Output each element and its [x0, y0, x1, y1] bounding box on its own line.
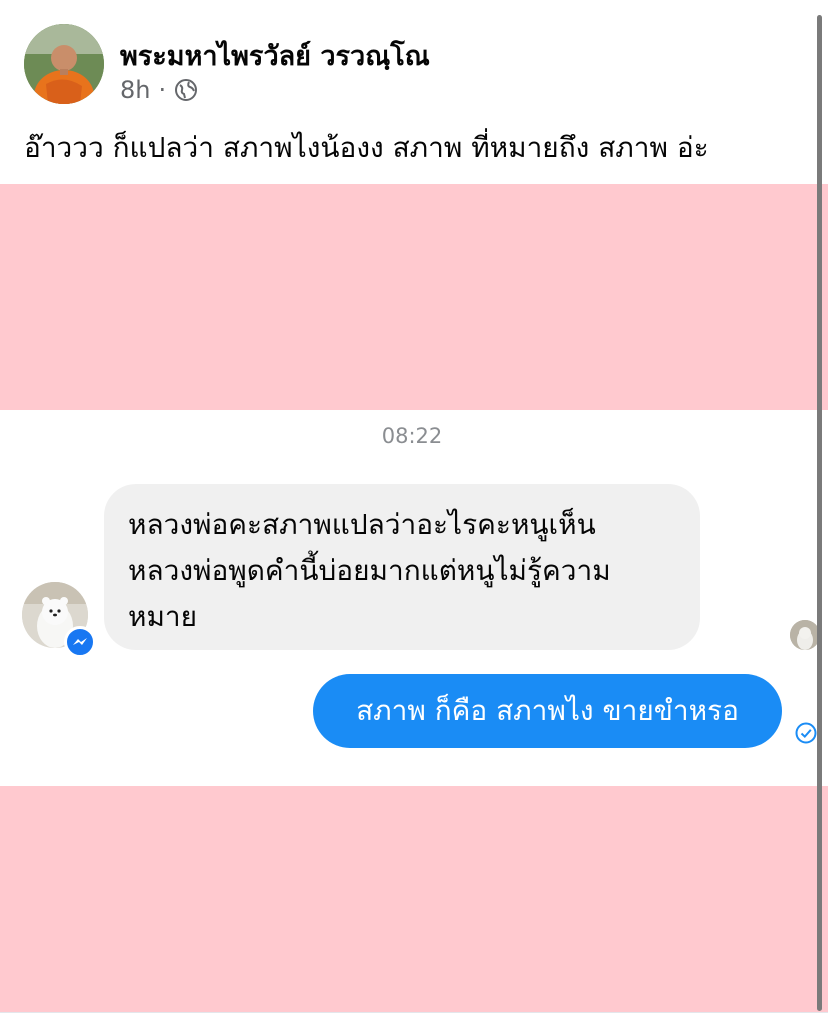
- meta-separator: ·: [158, 76, 167, 104]
- monk-avatar-icon: [24, 24, 104, 104]
- incoming-message-bubble[interactable]: หลวงพ่อคะสภาพแปลว่าอะไรคะหนูเห็น หลวงพ่อ…: [104, 484, 700, 650]
- post-meta: 8h ·: [120, 76, 198, 104]
- redacted-area-top: [0, 184, 828, 410]
- incoming-message-line: หลวงพ่อคะสภาพแปลว่าอะไรคะหนูเห็น: [128, 508, 596, 541]
- scrollbar[interactable]: [817, 15, 822, 1011]
- divider: [0, 1012, 828, 1013]
- messenger-icon: [64, 626, 96, 658]
- author-name[interactable]: พระมหาไพรวัลย์ วรวณฺโณ: [120, 34, 430, 77]
- outgoing-message-bubble[interactable]: สภาพ ก็คือ สภาพไง ขายขำหรอ: [313, 674, 782, 748]
- seen-avatar: [790, 620, 820, 650]
- author-avatar[interactable]: [24, 24, 104, 104]
- sent-check-icon: [795, 722, 817, 744]
- chat-timestamp: 08:22: [381, 424, 443, 448]
- post-text: อ๊าววว ก็แปลว่า สภาพไงน้องง สภาพ ที่หมาย…: [24, 131, 709, 164]
- incoming-message-line: หลวงพ่อพูดคำนี้บ่อยมากแต่หนูไม่รู้ความ: [128, 554, 611, 587]
- redacted-area-bottom: [0, 786, 828, 1012]
- post-time[interactable]: 8h: [120, 76, 150, 104]
- facebook-post: พระมหาไพรวัลย์ วรวณฺโณ 8h · อ๊าววว ก็แปล…: [0, 0, 828, 1026]
- incoming-message-line: หมาย: [128, 600, 198, 633]
- globe-icon[interactable]: [174, 78, 198, 102]
